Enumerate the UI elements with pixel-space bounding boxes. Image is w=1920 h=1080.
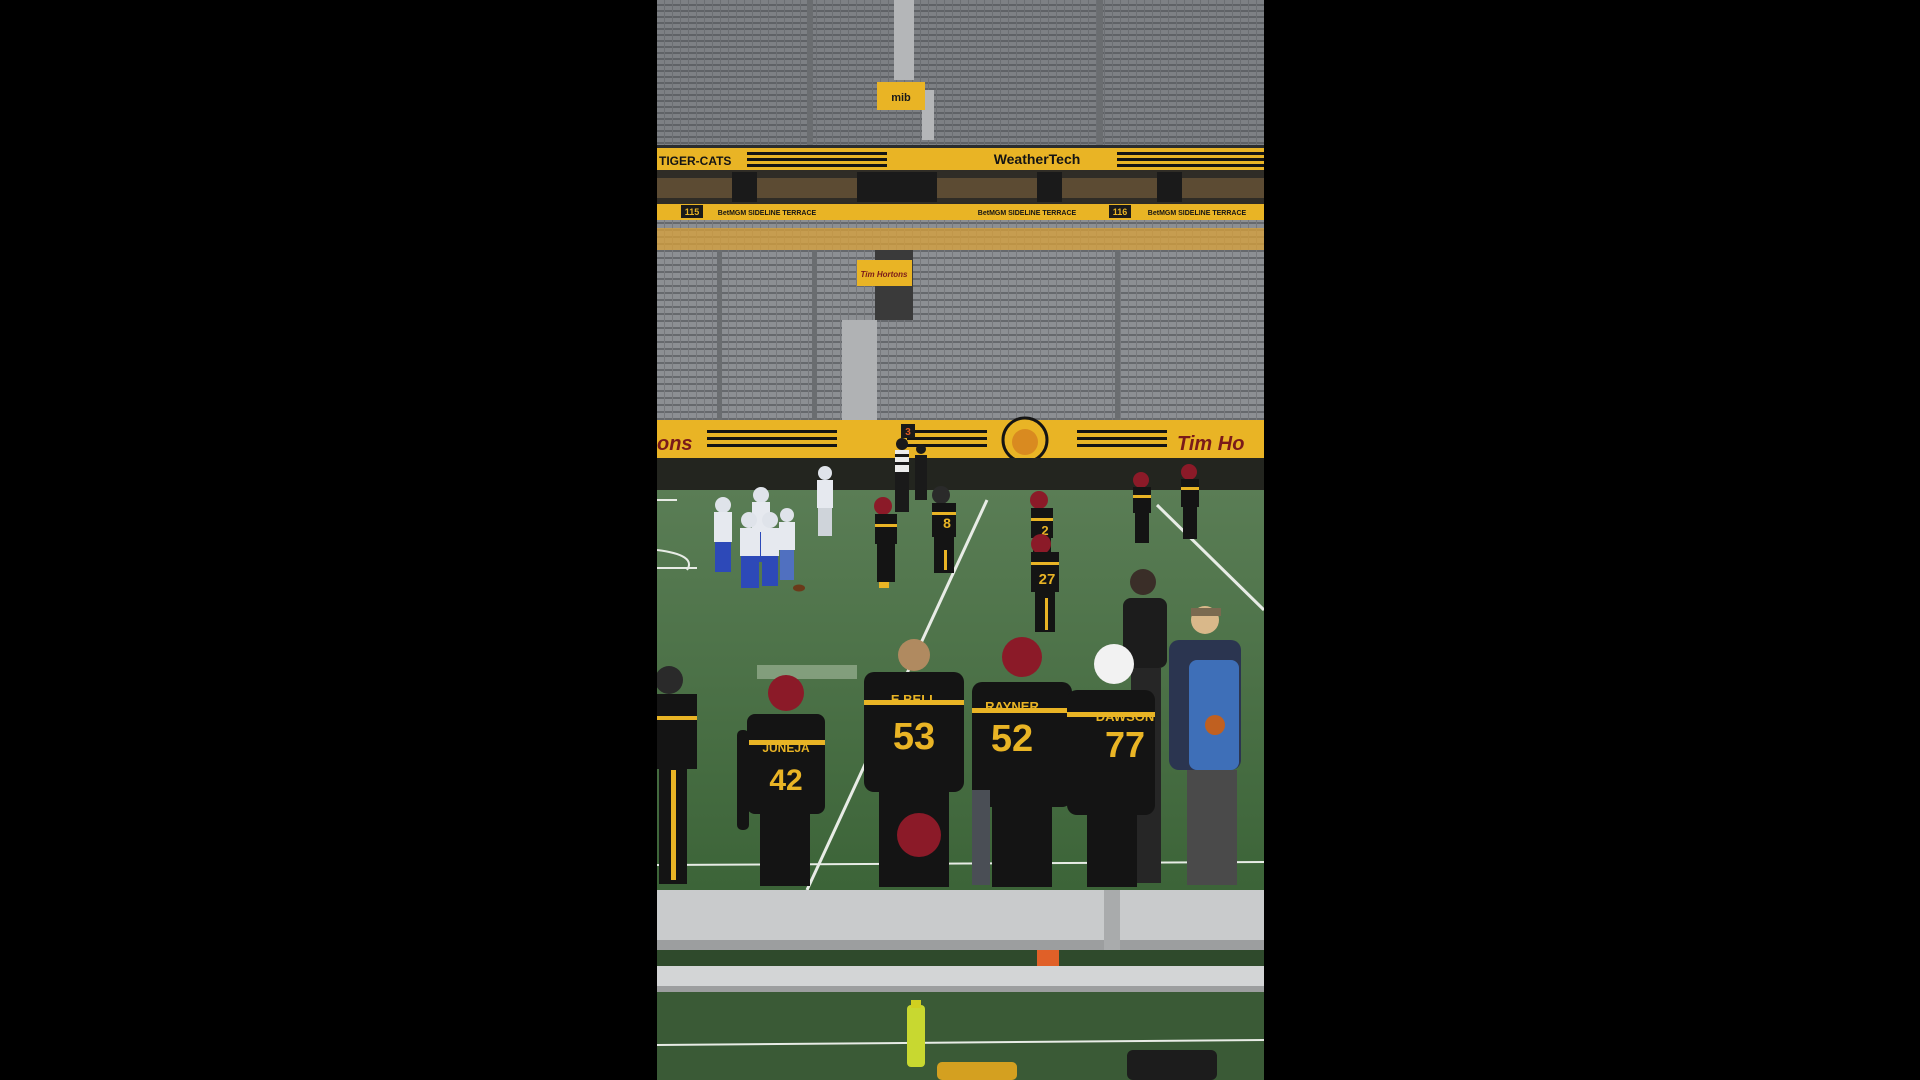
suite-post bbox=[857, 172, 937, 202]
banner-stripe bbox=[1117, 164, 1264, 167]
down-marker-text: 3 bbox=[905, 427, 911, 438]
terrace-sign-text: BetMGM SIDELINE TERRACE bbox=[718, 210, 817, 217]
wall-stripe bbox=[907, 430, 987, 433]
wall-stripe bbox=[707, 430, 837, 433]
suite-post bbox=[1157, 172, 1182, 202]
water-bottle-cap bbox=[911, 1000, 921, 1008]
jersey-number: 52 bbox=[991, 718, 1033, 760]
stair bbox=[807, 0, 813, 145]
bench-seat-shadow bbox=[657, 986, 1264, 992]
jersey-name: JUNEJA bbox=[762, 741, 810, 755]
suite-post bbox=[1037, 172, 1062, 202]
terrace-sign-text: BetMGM SIDELINE TERRACE bbox=[978, 210, 1077, 217]
weathertech-text: WeatherTech bbox=[994, 151, 1081, 167]
jersey-number: 53 bbox=[893, 716, 935, 758]
sideline-player: E.BELL 53 bbox=[864, 639, 964, 887]
wall-stripe bbox=[707, 437, 837, 440]
aisle bbox=[894, 0, 914, 80]
field-number bbox=[757, 665, 857, 679]
team-player bbox=[1133, 472, 1151, 543]
jersey-number: 77 bbox=[1105, 724, 1145, 765]
video-frame: mib TIGER-CATS WeatherTech 115 BetMGM SI… bbox=[657, 0, 1264, 1080]
tigercats-text: TIGER-CATS bbox=[659, 154, 731, 168]
stair bbox=[1115, 250, 1120, 420]
wall-text: ons bbox=[657, 433, 693, 455]
bench-back bbox=[657, 890, 1264, 948]
wall-base bbox=[657, 458, 1264, 490]
team-player bbox=[1181, 464, 1199, 539]
banner-stripe bbox=[1117, 152, 1264, 155]
section-number: 116 bbox=[1113, 207, 1128, 217]
opponent-player bbox=[817, 466, 833, 536]
held-helmet bbox=[897, 813, 941, 857]
wall-stripe bbox=[1077, 437, 1167, 440]
stair bbox=[812, 250, 817, 420]
suite-post bbox=[732, 172, 757, 202]
stadium-scene: mib TIGER-CATS WeatherTech 115 BetMGM SI… bbox=[657, 0, 1264, 1080]
portal-sign-text: Tim Hortons bbox=[861, 270, 909, 279]
wall-text: Tim Ho bbox=[1177, 433, 1244, 455]
letterbox-frame: mib TIGER-CATS WeatherTech 115 BetMGM SI… bbox=[0, 0, 1920, 1080]
water-bottle bbox=[907, 1005, 925, 1067]
banner-stripe bbox=[747, 158, 887, 161]
opponent-player bbox=[714, 497, 732, 572]
banner-stripe bbox=[747, 164, 887, 167]
stair bbox=[717, 250, 722, 420]
banner-stripe bbox=[1117, 158, 1264, 161]
sponsor-sign-text: mib bbox=[891, 92, 911, 104]
cone bbox=[1037, 950, 1059, 966]
opponent-player bbox=[761, 512, 779, 586]
wall-stripe bbox=[707, 444, 837, 447]
upper-stands bbox=[657, 0, 1264, 145]
bench-back-shadow bbox=[657, 940, 1264, 950]
section-number: 115 bbox=[685, 207, 700, 217]
jersey-name: DAWSON bbox=[1096, 709, 1155, 724]
tiger-logo-face bbox=[1012, 429, 1038, 455]
gold-seats bbox=[657, 228, 1264, 250]
football bbox=[793, 584, 805, 592]
jersey-number: 8 bbox=[943, 515, 951, 531]
stair bbox=[1097, 0, 1103, 145]
jersey-name: RAYNER bbox=[985, 699, 1039, 714]
stairway bbox=[842, 320, 877, 420]
bag bbox=[1127, 1050, 1217, 1080]
opponent-player bbox=[779, 508, 795, 580]
wall-stripe bbox=[1077, 430, 1167, 433]
bag bbox=[937, 1062, 1017, 1080]
jersey-number: 42 bbox=[769, 764, 802, 797]
jersey-number: 27 bbox=[1039, 571, 1056, 588]
jersey-name: E.BELL bbox=[891, 692, 937, 707]
terrace-sign-text: BetMGM SIDELINE TERRACE bbox=[1148, 210, 1247, 217]
banner-stripe bbox=[747, 152, 887, 155]
bench-gap bbox=[657, 950, 1264, 966]
wall-stripe bbox=[907, 437, 987, 440]
wall-stripe bbox=[1077, 444, 1167, 447]
